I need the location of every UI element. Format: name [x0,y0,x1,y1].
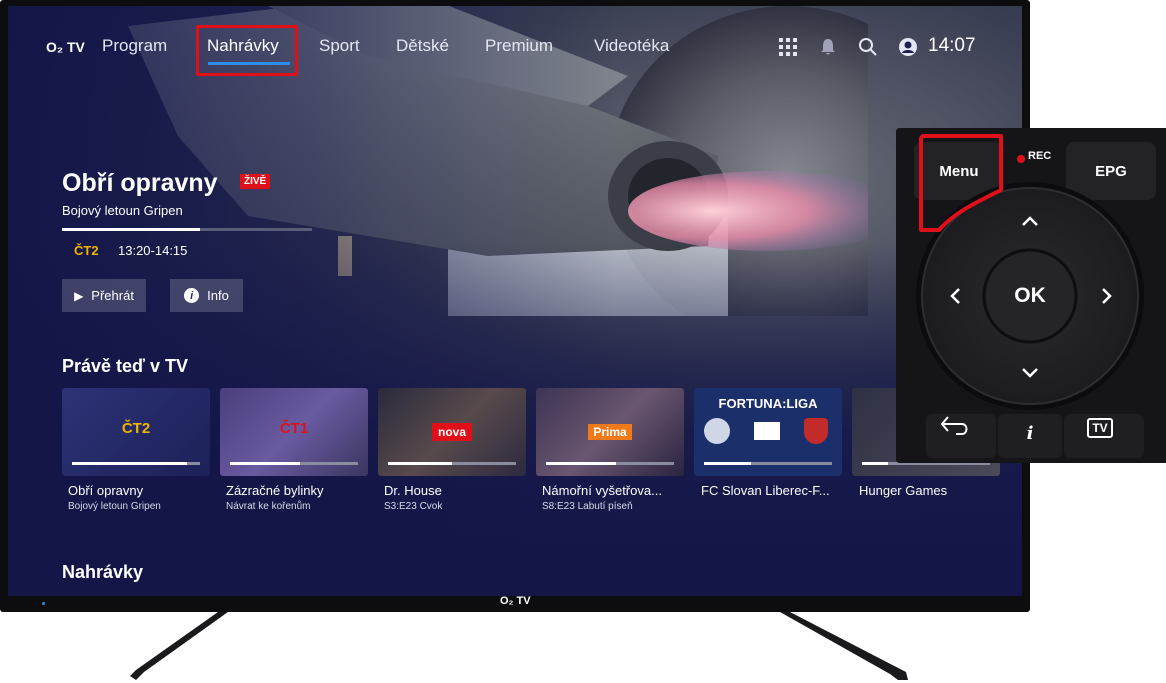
remote-info-button[interactable]: i [998,420,1062,446]
info-button-label: Info [207,288,229,303]
nav-item-sport[interactable]: Sport [319,36,360,56]
hero-progress-bar [62,228,312,231]
card-progress-fill [230,462,301,465]
card-progress-fill [704,462,752,465]
remote-back-button[interactable] [926,414,996,458]
card-title: Hunger Games [859,483,948,498]
section-title-recordings: Nahrávky [62,562,144,582]
hero-time-range: 13:20-14:15 [118,243,188,258]
card-title: Obří opravny [68,483,144,498]
card-progress-bar [72,462,200,465]
remote-tv-button[interactable]: TV [1088,419,1112,437]
card-progress-fill [862,462,888,465]
channel-card[interactable]: ČT2 [62,388,210,476]
card-title: Dr. House [384,483,442,498]
channel-logo-ct2: ČT2 [74,243,99,258]
top-navigation: O₂ TV Program Nahrávky Sport Dětské Prem… [8,6,1022,86]
channel-card[interactable]: FORTUNA:LIGA [694,388,842,476]
card-progress-bar [704,462,832,465]
team-crest-icon [704,418,730,444]
user-profile-icon[interactable] [898,37,918,57]
card-progress-fill [72,462,188,465]
card-channel-logo: ČT2 [121,420,151,437]
live-badge: ŽIVĚ [240,174,271,189]
bell-icon[interactable] [820,38,836,56]
card-subtitle: S8:E23 Labutí píseň [542,501,633,512]
nav-item-detske[interactable]: Dětské [396,36,449,56]
tv-stand-left [130,612,228,680]
info-button[interactable]: i Info [170,279,243,312]
tv-frame: O₂ TV Program Nahrávky Sport Dětské Prem… [0,0,1030,612]
remote-dpad-right[interactable] [1080,266,1136,326]
channel-card[interactable]: Prima [536,388,684,476]
card-title: FC Slovan Liberec-F... [701,483,830,498]
tv-screen: O₂ TV Program Nahrávky Sport Dětské Prem… [8,6,1022,596]
info-icon: i [184,288,200,303]
remote-epg-button[interactable]: EPG [1066,142,1156,200]
menu-button-highlight [919,134,1003,232]
card-subtitle: Bojový letoun Gripen [68,501,161,512]
card-progress-bar [388,462,516,465]
tv-power-led [42,602,45,605]
play-button[interactable]: ▶ Přehrát [62,279,146,312]
o2tv-logo: O₂ TV [46,39,85,55]
play-icon: ▶ [74,288,84,303]
channel-card[interactable]: ČT1 [220,388,368,476]
play-button-label: Přehrát [91,288,134,303]
tv-brand-logo: O₂ TV [500,595,531,607]
apps-grid-icon[interactable] [779,38,797,56]
remote-dpad-down[interactable] [1000,348,1060,406]
hero-subtitle: Bojový letoun Gripen [62,203,183,218]
nav-highlight-box [196,25,298,76]
o2-sport-icon [754,422,780,440]
card-channel-logo: FORTUNA:LIGA [718,396,818,411]
card-channel-logo: ČT1 [279,420,309,437]
card-subtitle: S3:E23 Cvok [384,501,443,512]
card-progress-bar [546,462,674,465]
tv-stand-right [780,612,908,680]
remote-ok-button[interactable]: OK [984,250,1076,342]
nav-item-program[interactable]: Program [102,36,167,56]
remote-rec-button[interactable]: REC [1028,150,1051,162]
card-channel-logo: Prima [588,424,632,440]
remote-dpad-left[interactable] [924,266,980,326]
hero-progress-fill [62,228,200,231]
clock: 14:07 [928,35,976,56]
nav-item-videoteka[interactable]: Videotéka [594,36,669,56]
remote-dpad-up[interactable] [1000,186,1060,246]
card-subtitle: Návrat ke kořenům [226,501,311,512]
channel-card[interactable]: nova [378,388,526,476]
hero-title: Obří opravny [62,169,218,197]
card-title: Zázračné bylinky [226,483,324,498]
team-crest-icon [804,418,828,444]
card-progress-fill [546,462,617,465]
section-title-now-on-tv: Právě teď v TV [62,356,188,376]
search-icon[interactable] [858,37,878,57]
card-channel-logo: nova [432,423,472,441]
card-progress-bar [230,462,358,465]
nav-item-premium[interactable]: Premium [485,36,553,56]
card-title: Námořní vyšetřova... [542,483,662,498]
card-progress-fill [388,462,452,465]
